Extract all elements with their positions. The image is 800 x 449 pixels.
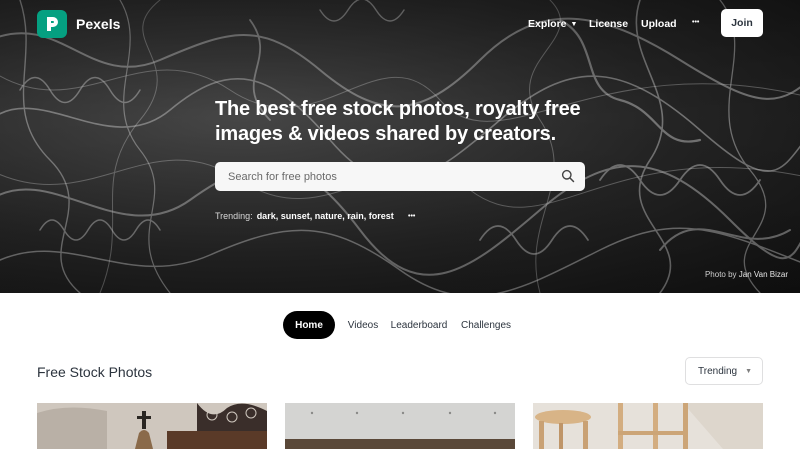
chevron-down-icon: ▼ xyxy=(745,367,753,375)
trending-label: Trending: xyxy=(215,211,253,221)
hero-headline: The best free stock photos, royalty free… xyxy=(215,98,581,145)
tab-home[interactable]: Home xyxy=(283,311,335,339)
section-title: Free Stock Photos xyxy=(37,364,153,380)
photo-card[interactable] xyxy=(285,403,515,449)
more-icon[interactable]: ••• xyxy=(692,19,699,26)
trending-searches: Trending: dark, sunset, nature, rain, for… xyxy=(215,211,394,221)
content-tabs: Home Videos Leaderboard Challenges xyxy=(0,311,800,339)
photo-card[interactable] xyxy=(37,403,267,449)
photo-credit: Photo by Jan Van Bizar xyxy=(705,270,788,279)
search-input[interactable] xyxy=(215,162,555,191)
tab-leaderboard[interactable]: Leaderboard xyxy=(387,311,451,339)
photographer-link[interactable]: Jan Van Bizar xyxy=(739,270,788,279)
chevron-down-icon: ▼ xyxy=(570,21,578,28)
join-button[interactable]: Join xyxy=(721,9,763,37)
search-bar[interactable] xyxy=(215,162,585,191)
explore-menu[interactable]: Explore ▼ xyxy=(528,18,577,30)
logo-text[interactable]: Pexels xyxy=(76,16,120,32)
tab-challenges[interactable]: Challenges xyxy=(457,311,515,339)
upload-link[interactable]: Upload xyxy=(641,18,677,30)
top-navigation: Pexels Explore ▼ License Upload ••• Join xyxy=(0,0,800,48)
trending-more-icon[interactable]: ••• xyxy=(408,213,415,220)
sort-label: Trending xyxy=(698,365,738,377)
explore-label: Explore xyxy=(528,18,567,30)
trending-tags[interactable]: dark, sunset, nature, rain, forest xyxy=(257,211,394,221)
sort-dropdown[interactable]: Trending ▼ xyxy=(685,357,763,385)
credit-prefix: Photo by xyxy=(704,270,737,279)
pexels-logo-icon[interactable] xyxy=(37,10,67,38)
photo-card[interactable] xyxy=(533,403,763,449)
search-icon[interactable] xyxy=(561,169,575,183)
tab-videos[interactable]: Videos xyxy=(343,311,383,339)
license-link[interactable]: License xyxy=(589,18,628,30)
